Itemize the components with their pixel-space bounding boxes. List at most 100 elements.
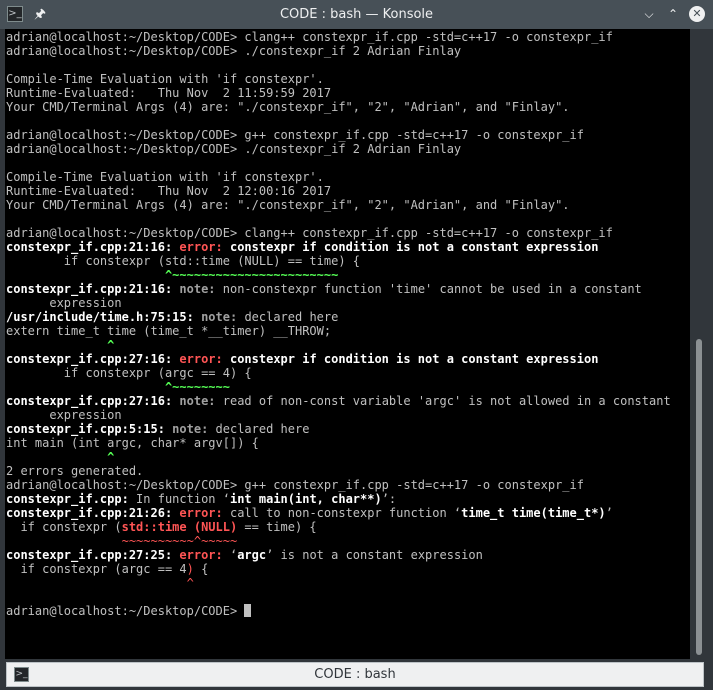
terminal-line: Runtime-Evaluated: Thu Nov 2 11:59:59 20…: [6, 86, 690, 100]
terminal-text: ’:: [381, 492, 397, 506]
terminal-text: Runtime-Evaluated: Thu Nov 2 11:59:59 20…: [6, 86, 332, 100]
terminal-text: error:: [179, 506, 230, 520]
terminal-text: if constexpr (std::time (NULL) == time) …: [6, 254, 361, 268]
terminal-text: constexpr_if.cpp:21:16:: [6, 282, 180, 296]
terminal-line: Your CMD/Terminal Args (4) are: "./const…: [6, 100, 690, 114]
terminal-output[interactable]: adrian@localhost:~/Desktop/CODE> clang++…: [5, 29, 690, 659]
terminal-line: constexpr_if.cpp:21:26: error: call to n…: [6, 506, 690, 520]
terminal-text: expression: [6, 296, 122, 310]
terminal-text: read of non-const variable 'argc' is not…: [222, 394, 671, 408]
terminal-text: In function ‘: [128, 492, 230, 506]
terminal-text: declared here: [215, 422, 310, 436]
terminal-line: if constexpr (argc == 4) {: [6, 562, 690, 576]
terminal-text: constexpr if condition is not a constant…: [229, 240, 599, 254]
terminal-text: constexpr_if.cpp:: [6, 492, 129, 506]
close-button[interactable]: ✕: [689, 6, 705, 22]
terminal-line: ^: [6, 450, 690, 464]
terminal-text: constexpr_if.cpp:21:16:: [6, 240, 180, 254]
terminal-line: constexpr_if.cpp:27:16: note: read of no…: [6, 394, 690, 408]
terminal-line: constexpr_if.cpp: In function ‘int main(…: [6, 492, 690, 506]
terminal-text: {: [193, 562, 209, 576]
terminal-text: if constexpr (argc == 4: [6, 562, 187, 576]
terminal-line: ^: [6, 338, 690, 352]
terminal-text: constexpr_if.cpp:27:25:: [6, 548, 180, 562]
terminal-text: constexpr if condition is not a constant…: [229, 352, 599, 366]
tab-code-bash[interactable]: >_ CODE : bash: [6, 662, 704, 687]
terminal-text: ^: [6, 450, 115, 464]
terminal-line: adrian@localhost:~/Desktop/CODE>: [6, 604, 690, 618]
terminal-text: std::time (NULL): [121, 520, 238, 534]
terminal-text: note:: [179, 394, 223, 408]
terminal-line: if constexpr (argc == 4) {: [6, 366, 690, 380]
terminal-line: ^~~~~~~~~: [6, 380, 690, 394]
konsole-window: >_ 🖈 CODE : bash — Konsole ⌵ ⌃ ✕ adrian@…: [0, 0, 713, 690]
terminal-line: adrian@localhost:~/Desktop/CODE> clang++…: [6, 226, 690, 240]
minimize-button[interactable]: ⌵: [641, 6, 657, 22]
terminal-text: Compile-Time Evaluation with 'if constex…: [6, 72, 324, 86]
terminal-line: int main (int argc, char* argv[]) {: [6, 436, 690, 450]
terminal-line: adrian@localhost:~/Desktop/CODE> clang++…: [6, 30, 690, 44]
terminal-line: adrian@localhost:~/Desktop/CODE> g++ con…: [6, 128, 690, 142]
vertical-scrollbar[interactable]: [690, 29, 708, 659]
terminal-line: Your CMD/Terminal Args (4) are: "./const…: [6, 198, 690, 212]
terminal-line: constexpr_if.cpp:27:25: error: ‘argc’ is…: [6, 548, 690, 562]
terminal-text: adrian@localhost:~/Desktop/CODE>: [6, 604, 245, 618]
terminal-text: adrian@localhost:~/Desktop/CODE> clang++…: [6, 30, 613, 44]
terminal-line: extern time_t time (time_t *__timer) __T…: [6, 324, 690, 338]
terminal-line: constexpr_if.cpp:21:16: error: constexpr…: [6, 240, 690, 254]
terminal-line: if constexpr (std::time (NULL) == time) …: [6, 520, 690, 534]
terminal-text: note:: [201, 310, 245, 324]
terminal-line: adrian@localhost:~/Desktop/CODE> ./const…: [6, 142, 690, 156]
terminal-line: if constexpr (std::time (NULL) == time) …: [6, 254, 690, 268]
terminal-line: Runtime-Evaluated: Thu Nov 2 12:00:16 20…: [6, 184, 690, 198]
title-bar[interactable]: >_ 🖈 CODE : bash — Konsole ⌵ ⌃ ✕: [0, 0, 713, 29]
terminal-text: note:: [172, 422, 216, 436]
terminal-text: 2 errors generated.: [6, 464, 144, 478]
terminal-text: Your CMD/Terminal Args (4) are: "./const…: [6, 100, 570, 114]
terminal-text: Compile-Time Evaluation with 'if constex…: [6, 170, 324, 184]
terminal-text: adrian@localhost:~/Desktop/CODE> g++ con…: [6, 478, 584, 492]
terminal-text: non-constexpr function 'time' cannot be …: [222, 282, 642, 296]
maximize-button[interactable]: ⌃: [665, 6, 681, 22]
scrollbar-thumb[interactable]: [696, 339, 702, 655]
terminal-line: expression: [6, 296, 690, 310]
terminal-text: ): [186, 562, 194, 576]
terminal-text: constexpr_if.cpp:27:16:: [6, 394, 180, 408]
terminal-line: adrian@localhost:~/Desktop/CODE> g++ con…: [6, 478, 690, 492]
terminal-text: time_t time(time_t*): [461, 506, 606, 520]
terminal-text: /usr/include/time.h:75:15:: [6, 310, 202, 324]
terminal-text: constexpr_if.cpp:5:15:: [6, 422, 173, 436]
terminal-text: adrian@localhost:~/Desktop/CODE> ./const…: [6, 44, 462, 58]
terminal-line: ~~~~~~~~~~^~~~~~: [6, 534, 690, 548]
tab-label: CODE : bash: [314, 667, 396, 682]
terminal-text: adrian@localhost:~/Desktop/CODE> g++ con…: [6, 128, 584, 142]
terminal-text: ^: [6, 338, 115, 352]
terminal-text: argc: [237, 548, 267, 562]
terminal-line: Compile-Time Evaluation with 'if constex…: [6, 170, 690, 184]
terminal-text: int main(int, char**): [229, 492, 382, 506]
terminal-text: ^~~~~~~~~: [6, 380, 230, 394]
terminal-line: Compile-Time Evaluation with 'if constex…: [6, 72, 690, 86]
terminal-text: ^: [6, 576, 194, 590]
tab-bar: >_ CODE : bash: [0, 659, 713, 690]
window-title: CODE : bash — Konsole: [279, 7, 434, 22]
terminal-line: constexpr_if.cpp:5:15: note: declared he…: [6, 422, 690, 436]
terminal-text: ~~~~~~~~~~^~~~~~: [6, 534, 238, 548]
terminal-line: constexpr_if.cpp:27:16: error: constexpr…: [6, 352, 690, 366]
terminal-text: if constexpr (argc == 4) {: [6, 366, 252, 380]
terminal-text: constexpr_if.cpp:27:16:: [6, 352, 180, 366]
terminal-line: constexpr_if.cpp:21:16: note: non-conste…: [6, 282, 690, 296]
terminal-line: ^~~~~~~~~~~~~~~~~~~~~~~~: [6, 268, 690, 282]
terminal-line: expression: [6, 408, 690, 422]
terminal-text: ^~~~~~~~~~~~~~~~~~~~~~~~: [6, 268, 339, 282]
terminal-line: 2 errors generated.: [6, 464, 690, 478]
terminal-text: error:: [179, 352, 230, 366]
terminal-text: error:: [179, 240, 230, 254]
terminal-text: extern time_t time (time_t *__timer) __T…: [6, 324, 332, 338]
terminal-text: ’: [605, 506, 613, 520]
